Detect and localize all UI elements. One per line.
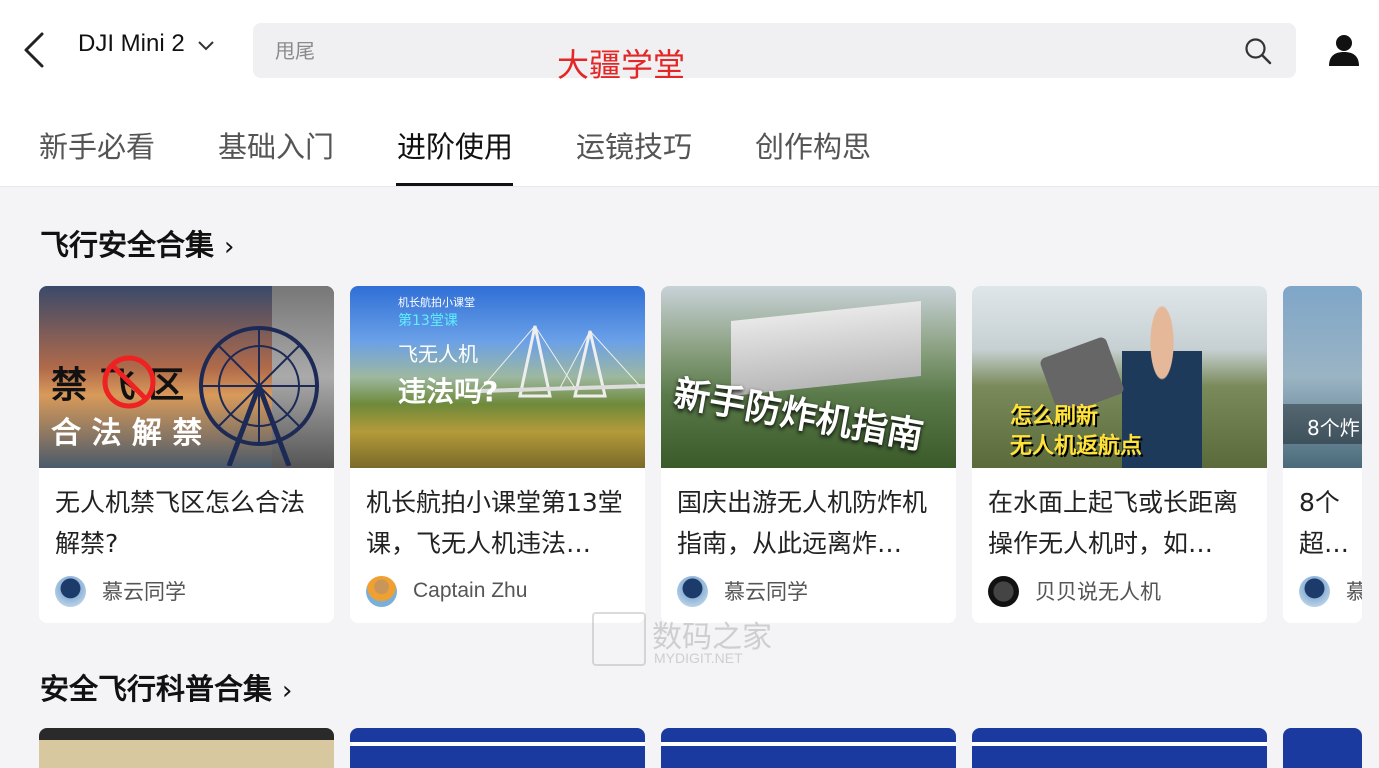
watermark-en: MYDIGIT.NET xyxy=(654,650,743,666)
card-author: 慕… xyxy=(1299,575,1362,607)
user-icon[interactable] xyxy=(1326,32,1362,68)
video-card-partial[interactable] xyxy=(39,728,334,768)
video-card-partial[interactable] xyxy=(350,728,645,768)
avatar xyxy=(988,575,1019,607)
category-tabs: 新手必看 基础入门 进阶使用 运镜技巧 创作构思 xyxy=(0,100,1379,187)
top-bar: DJI Mini 2 大疆学堂 xyxy=(0,0,1379,100)
card-title: 国庆出游无人机防炸机指南，从此远离炸… xyxy=(677,488,928,558)
section-title-text: 飞行安全合集 xyxy=(40,228,215,262)
thumbnail-tag: 机长航拍小课堂 xyxy=(398,296,475,309)
video-card[interactable]: 怎么刷新 无人机返航点 在水面上起飞或长距离操作无人机时，如… 贝贝说无人机 xyxy=(972,286,1267,623)
author-name: Captain Zhu xyxy=(413,579,528,602)
video-card[interactable]: 8个炸 8个超…机坏习… 慕… xyxy=(1283,286,1362,623)
chevron-right-icon: › xyxy=(224,232,235,262)
no-fly-icon xyxy=(102,355,156,409)
avatar xyxy=(55,575,86,607)
avatar xyxy=(366,575,397,607)
thumbnail-subline: 无人机返航点 xyxy=(1010,434,1143,459)
video-thumbnail: 禁 飞 区 合 法 解 禁 xyxy=(39,286,334,468)
search-input[interactable] xyxy=(275,23,1175,78)
bridge-graphic xyxy=(480,325,645,398)
model-name: DJI Mini 2 xyxy=(78,30,185,57)
video-thumbnail: 怎么刷新 无人机返航点 xyxy=(972,286,1267,468)
card-author: 贝贝说无人机 xyxy=(988,575,1161,607)
card-title: 机长航拍小课堂第13堂课，飞无人机违法… xyxy=(366,488,623,558)
tab-advanced[interactable]: 进阶使用 xyxy=(397,124,513,166)
video-thumbnail: 机长航拍小课堂 第13堂课 飞无人机 违法吗? xyxy=(350,286,645,468)
author-name: 慕云同学 xyxy=(724,580,808,604)
thumbnail-headline: 飞无人机 xyxy=(398,342,478,366)
section-title-safety-science[interactable]: 安全飞行科普合集 › xyxy=(40,666,292,708)
section-title-text: 安全飞行科普合集 xyxy=(40,672,273,706)
video-card[interactable]: 新手防炸机指南 国庆出游无人机防炸机指南，从此远离炸… 慕云同学 xyxy=(661,286,956,623)
avatar xyxy=(677,575,708,607)
video-card-partial[interactable] xyxy=(661,728,956,768)
video-thumbnail: 8个炸 xyxy=(1283,286,1362,468)
section-title-flight-safety[interactable]: 飞行安全合集 › xyxy=(40,222,234,264)
video-card-partial[interactable] xyxy=(972,728,1267,768)
tab-creative[interactable]: 创作构思 xyxy=(755,124,871,166)
thumbnail-subline: 合 法 解 禁 xyxy=(51,416,203,451)
thumbnail-headline: 8个炸 xyxy=(1283,404,1362,444)
avatar xyxy=(1299,575,1330,607)
author-name: 慕… xyxy=(1346,580,1362,604)
back-arrow-icon[interactable] xyxy=(18,28,52,72)
model-selector[interactable]: DJI Mini 2 xyxy=(78,30,215,58)
card-author: Captain Zhu xyxy=(366,575,527,607)
card-author: 慕云同学 xyxy=(677,575,808,607)
card-title: 8个超…机坏习… xyxy=(1299,488,1350,558)
author-name: 慕云同学 xyxy=(102,580,186,604)
search-icon[interactable] xyxy=(1244,37,1272,65)
card-author: 慕云同学 xyxy=(55,575,186,607)
thumbnail-headline: 怎么刷新 xyxy=(1010,404,1099,429)
thumbnail-subline: 违法吗? xyxy=(398,375,499,408)
thumbnail-episode: 第13堂课 xyxy=(398,313,458,329)
video-card-partial[interactable] xyxy=(1283,728,1362,768)
tab-basics[interactable]: 基础入门 xyxy=(218,124,334,166)
chevron-right-icon: › xyxy=(282,676,293,706)
video-thumbnail: 新手防炸机指南 xyxy=(661,286,956,468)
chevron-down-icon xyxy=(198,40,215,51)
video-card[interactable]: 禁 飞 区 合 法 解 禁 无人机禁飞区怎么合法解禁? 慕云同学 xyxy=(39,286,334,623)
ferris-wheel-graphic xyxy=(199,326,319,466)
tab-beginner[interactable]: 新手必看 xyxy=(39,124,155,166)
search-bar[interactable] xyxy=(253,23,1296,78)
active-tab-indicator xyxy=(396,183,513,186)
card-title: 在水面上起飞或长距离操作无人机时，如… xyxy=(988,488,1239,558)
author-name: 贝贝说无人机 xyxy=(1035,580,1161,604)
card-title: 无人机禁飞区怎么合法解禁? xyxy=(55,488,306,558)
video-card[interactable]: 机长航拍小课堂 第13堂课 飞无人机 违法吗? 机长航拍小课堂第13堂课，飞无人… xyxy=(350,286,645,623)
tab-camera-moves[interactable]: 运镜技巧 xyxy=(576,124,692,166)
